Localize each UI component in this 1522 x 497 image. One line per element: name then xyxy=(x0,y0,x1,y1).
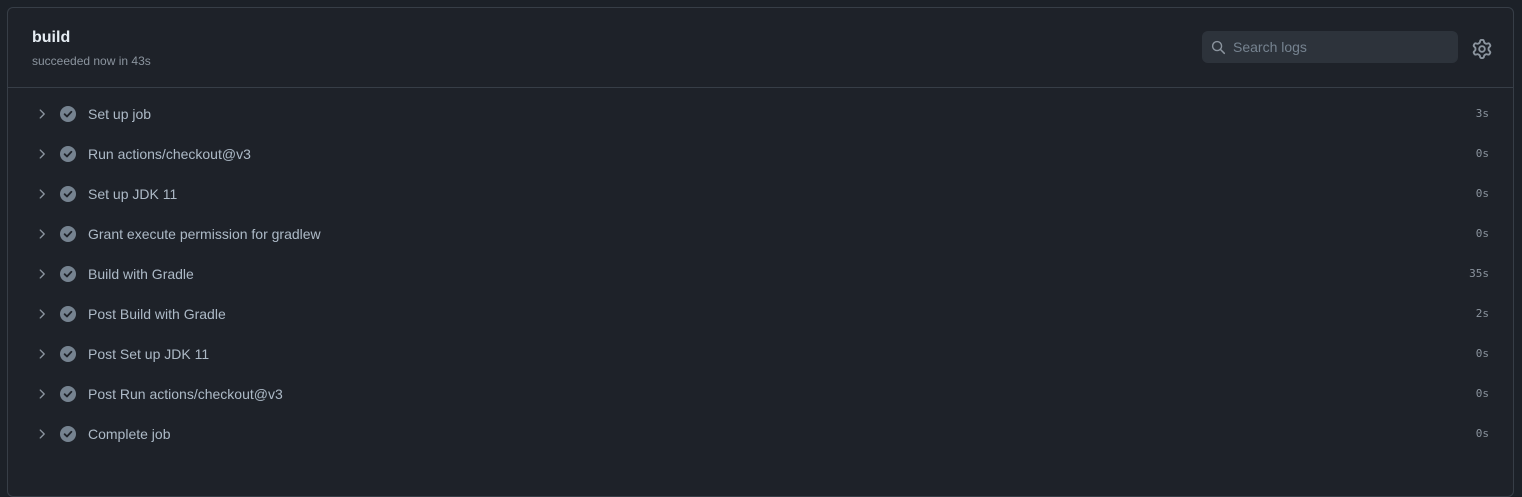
check-circle-icon xyxy=(60,106,76,122)
chevron-right-icon[interactable] xyxy=(35,347,49,361)
step-name: Grant execute permission for gradlew xyxy=(88,226,321,242)
search-icon xyxy=(1211,40,1226,55)
step-row[interactable]: Complete job 0s xyxy=(8,414,1513,454)
gear-icon[interactable] xyxy=(1472,39,1492,59)
step-name: Set up job xyxy=(88,106,152,122)
chevron-right-icon[interactable] xyxy=(35,187,49,201)
step-row[interactable]: Grant execute permission for gradlew 0s xyxy=(8,214,1513,254)
search-logs-input[interactable] xyxy=(1233,32,1451,62)
step-row[interactable]: Set up JDK 11 0s xyxy=(8,174,1513,214)
job-log-panel: build succeeded now in 43s Set up job 3s R… xyxy=(7,7,1514,497)
step-name: Post Set up JDK 11 xyxy=(88,346,210,362)
step-name: Post Build with Gradle xyxy=(88,306,226,322)
step-duration: 3s xyxy=(1475,107,1489,120)
step-row[interactable]: Set up job 3s xyxy=(8,94,1513,134)
job-header: build succeeded now in 43s xyxy=(8,8,1513,88)
check-circle-icon xyxy=(60,386,76,402)
step-duration: 0s xyxy=(1475,427,1489,440)
chevron-right-icon[interactable] xyxy=(35,227,49,241)
step-row[interactable]: Post Run actions/checkout@v3 0s xyxy=(8,374,1513,414)
step-name: Post Run actions/checkout@v3 xyxy=(88,386,283,402)
step-name: Complete job xyxy=(88,426,171,442)
step-row[interactable]: Post Set up JDK 11 0s xyxy=(8,334,1513,374)
step-row[interactable]: Build with Gradle 35s xyxy=(8,254,1513,294)
step-duration: 0s xyxy=(1475,227,1489,240)
chevron-right-icon[interactable] xyxy=(35,267,49,281)
chevron-right-icon[interactable] xyxy=(35,387,49,401)
step-row[interactable]: Run actions/checkout@v3 0s xyxy=(8,134,1513,174)
chevron-right-icon[interactable] xyxy=(35,427,49,441)
steps-list: Set up job 3s Run actions/checkout@v3 0s Set… xyxy=(8,94,1513,454)
check-circle-icon xyxy=(60,146,76,162)
chevron-right-icon[interactable] xyxy=(35,307,49,321)
step-duration: 0s xyxy=(1475,187,1489,200)
chevron-right-icon[interactable] xyxy=(35,147,49,161)
search-logs-box[interactable] xyxy=(1202,31,1458,63)
check-circle-icon xyxy=(60,266,76,282)
check-circle-icon xyxy=(60,306,76,322)
job-status: succeeded now in 43s xyxy=(32,54,151,68)
check-circle-icon xyxy=(60,186,76,202)
step-duration: 2s xyxy=(1475,307,1489,320)
step-duration: 0s xyxy=(1475,387,1489,400)
step-name: Build with Gradle xyxy=(88,266,194,282)
step-duration: 35s xyxy=(1469,267,1489,280)
job-title: build xyxy=(32,29,71,46)
check-circle-icon xyxy=(60,426,76,442)
step-name: Run actions/checkout@v3 xyxy=(88,146,251,162)
check-circle-icon xyxy=(60,346,76,362)
check-circle-icon xyxy=(60,226,76,242)
chevron-right-icon[interactable] xyxy=(35,107,49,121)
step-row[interactable]: Post Build with Gradle 2s xyxy=(8,294,1513,334)
step-duration: 0s xyxy=(1475,347,1489,360)
step-duration: 0s xyxy=(1475,147,1489,160)
step-name: Set up JDK 11 xyxy=(88,186,178,202)
